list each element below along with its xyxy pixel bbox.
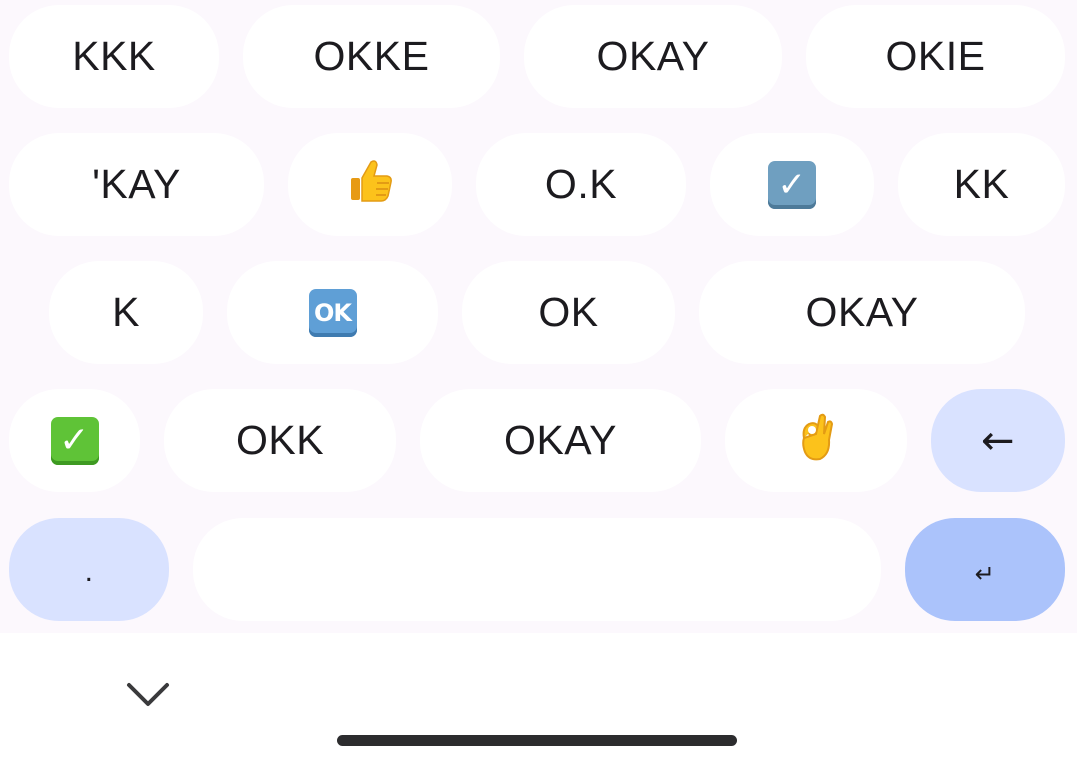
enter-key[interactable]: ↵ <box>905 518 1065 621</box>
check-mark-button-green-icon: ✓ <box>50 416 99 465</box>
period-key[interactable]: . <box>9 518 169 621</box>
emoji-suggestion-keyboard: KKK OKKE OKAY OKIE 'KAY O.K ✓ KK K OK OK… <box>0 0 1077 633</box>
key-thumbs-up[interactable] <box>288 133 452 236</box>
key-label: OKAY <box>596 33 710 79</box>
key-label: K <box>112 289 140 335</box>
key-kkk[interactable]: KKK <box>9 5 219 108</box>
key-label: O.K <box>544 161 618 207</box>
ok-hand-icon <box>796 412 836 469</box>
key-kay-apostrophe[interactable]: 'KAY <box>9 133 264 236</box>
key-k[interactable]: K <box>49 261 203 364</box>
key-okie[interactable]: OKIE <box>806 5 1065 108</box>
key-label: KK <box>953 161 1010 207</box>
key-label: OK <box>538 289 599 335</box>
chevron-down-icon <box>127 683 169 706</box>
navigation-bar <box>0 633 1077 765</box>
key-label: OKIE <box>885 33 986 79</box>
enter-icon: ↵ <box>974 559 996 588</box>
key-okke[interactable]: OKKE <box>243 5 500 108</box>
thumbs-up-icon <box>345 156 395 213</box>
key-ok-hand[interactable] <box>725 389 907 492</box>
ok-button-icon: OK <box>308 288 357 337</box>
key-ok-button-emoji[interactable]: OK <box>227 261 438 364</box>
hide-keyboard-button[interactable] <box>124 677 172 713</box>
key-label: 'KAY <box>92 161 181 207</box>
key-ok[interactable]: OK <box>462 261 675 364</box>
key-okay-3[interactable]: OKAY <box>420 389 701 492</box>
key-okk[interactable]: OKK <box>164 389 396 492</box>
key-okay-2[interactable]: OKAY <box>699 261 1025 364</box>
key-check-mark-green[interactable]: ✓ <box>9 389 140 492</box>
space-bar[interactable] <box>193 518 881 621</box>
key-label: KKK <box>72 33 156 79</box>
key-okay[interactable]: OKAY <box>524 5 782 108</box>
key-label: . <box>84 554 94 588</box>
key-o-dot-k[interactable]: O.K <box>476 133 686 236</box>
key-label: OKKE <box>313 33 430 79</box>
backspace-arrow-icon: ← <box>980 417 1015 464</box>
backspace-key[interactable]: ← <box>931 389 1065 492</box>
home-indicator[interactable] <box>337 735 737 746</box>
key-label: OKAY <box>504 417 617 463</box>
key-label: OKAY <box>805 289 919 335</box>
check-mark-button-gray-icon: ✓ <box>768 160 816 209</box>
key-label: OKK <box>235 417 325 463</box>
key-kk[interactable]: KK <box>898 133 1065 236</box>
key-check-mark-gray[interactable]: ✓ <box>710 133 874 236</box>
